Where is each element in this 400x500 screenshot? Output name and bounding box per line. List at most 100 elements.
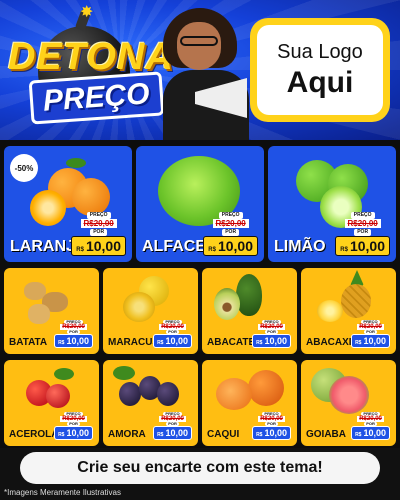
product-card-acerola[interactable]: ACEROLA PREÇO R$20,00 POR R$ 10,00 [4, 360, 99, 446]
new-price: R$ 10,00 [351, 426, 390, 440]
by-tag-label: POR [222, 229, 240, 236]
blackberry-icon [119, 382, 141, 406]
logo-line2: Aqui [286, 65, 354, 99]
price-box: PREÇO R$20,00 POR R$ 10,00 [153, 412, 192, 440]
price-box: PREÇO R$20,00 POR R$ 10,00 [203, 212, 258, 256]
new-price: R$ 10,00 [54, 426, 93, 440]
new-price: R$ 10,00 [351, 334, 390, 348]
price-tag-label: PREÇO [350, 212, 375, 219]
product-name: ALFACE [142, 238, 206, 255]
leaf-icon [113, 366, 135, 380]
product-card-goiaba[interactable]: GOIABA PREÇO R$20,00 POR R$ 10,00 [301, 360, 396, 446]
product-card-laranja[interactable]: -50% LARANJA PREÇO R$20,00 POR R$ 10,00 [4, 146, 132, 262]
by-tag-label: POR [90, 229, 108, 236]
product-card-limao[interactable]: LIMÃO PREÇO R$20,00 POR R$ 10,00 [268, 146, 396, 262]
currency-symbol: R$ [256, 340, 263, 346]
price-box: PREÇO R$20,00 POR R$ 10,00 [153, 320, 192, 348]
product-grid: -50% LARANJA PREÇO R$20,00 POR R$ 10,00 A… [0, 140, 400, 448]
price-tag-label: PREÇO [218, 212, 243, 219]
new-price-value: 10,00 [165, 336, 188, 346]
product-card-amora[interactable]: AMORA PREÇO R$20,00 POR R$ 10,00 [103, 360, 198, 446]
new-price-value: 10,00 [363, 336, 386, 346]
new-price-value: 10,00 [349, 238, 385, 254]
blackberry-icon [157, 382, 179, 406]
old-price: R$20,00 [80, 219, 117, 228]
logo-inner: Sua Logo Aqui [257, 25, 383, 115]
price-box: PREÇO R$20,00 POR R$ 10,00 [335, 212, 390, 256]
spark-icon: ✸ [80, 4, 94, 21]
old-currency: R$ [83, 219, 94, 228]
new-price: R$ 10,00 [335, 236, 390, 256]
logo-placeholder[interactable]: Sua Logo Aqui [250, 18, 390, 122]
new-price: R$ 10,00 [153, 426, 192, 440]
new-price: R$ 10,00 [252, 426, 291, 440]
title-preco: PREÇO [28, 71, 165, 125]
price-box: PREÇO R$20,00 POR R$ 10,00 [351, 412, 390, 440]
potato-icon [28, 304, 50, 324]
header-banner: ✸ DETONA PREÇO Sua Logo Aqui [0, 0, 400, 140]
guava-half-icon [329, 376, 369, 414]
price-box: PREÇO R$20,00 POR R$ 10,00 [54, 412, 93, 440]
logo-line1: Sua Logo [277, 40, 363, 63]
new-price: R$ 10,00 [203, 236, 258, 256]
persimmon-icon [248, 370, 284, 406]
by-tag-label: POR [354, 229, 372, 236]
product-card-batata[interactable]: BATATA PREÇO R$20,00 POR R$ 10,00 [4, 268, 99, 354]
product-name: CAQUI [207, 429, 240, 440]
avocado-icon [236, 274, 262, 316]
old-price-value: 20,00 [225, 219, 246, 228]
new-price-value: 10,00 [264, 336, 287, 346]
product-name: BATATA [9, 337, 48, 348]
orange-slice-icon [30, 190, 66, 226]
product-card-alface[interactable]: ALFACE PREÇO R$20,00 POR R$ 10,00 [136, 146, 264, 262]
persimmon-half-icon [216, 378, 252, 410]
price-box: PREÇO R$20,00 POR R$ 10,00 [351, 320, 390, 348]
old-currency: R$ [347, 219, 358, 228]
price-box: PREÇO R$20,00 POR R$ 10,00 [71, 212, 126, 256]
currency-symbol: R$ [355, 340, 362, 346]
glasses-icon [180, 36, 218, 46]
cta-button[interactable]: Crie seu encarte com este tema! [20, 452, 380, 484]
currency-symbol: R$ [58, 432, 65, 438]
product-name: ABACAXI [306, 337, 352, 348]
acerola-icon [46, 384, 70, 408]
product-name: LIMÃO [274, 238, 326, 255]
price-box: PREÇO R$20,00 POR R$ 10,00 [252, 320, 291, 348]
new-price-value: 10,00 [264, 428, 287, 438]
price-box: PREÇO R$20,00 POR R$ 10,00 [54, 320, 93, 348]
new-price-value: 10,00 [217, 238, 253, 254]
currency-symbol: R$ [76, 247, 84, 253]
product-card-caqui[interactable]: CAQUI PREÇO R$20,00 POR R$ 10,00 [202, 360, 297, 446]
old-price: R$20,00 [344, 219, 381, 228]
new-price: R$ 10,00 [54, 334, 93, 348]
old-currency: R$ [215, 219, 226, 228]
currency-symbol: R$ [157, 340, 164, 346]
leaf-icon [54, 368, 74, 380]
disclaimer-text: *Imagens Meramente Ilustrativas [4, 488, 121, 497]
product-name: GOIABA [306, 429, 346, 440]
product-card-abacate[interactable]: ABACATE PREÇO R$20,00 POR R$ 10,00 [202, 268, 297, 354]
old-price-value: 20,00 [93, 219, 114, 228]
product-name: ACEROLA [9, 429, 59, 440]
currency-symbol: R$ [355, 432, 362, 438]
currency-symbol: R$ [157, 432, 164, 438]
product-name: AMORA [108, 429, 146, 440]
price-tag-label: PREÇO [86, 212, 111, 219]
avocado-half-icon [214, 288, 240, 320]
product-card-maracuja[interactable]: MARACUJÁ PREÇO R$20,00 POR R$ 10,00 [103, 268, 198, 354]
new-price-value: 10,00 [85, 238, 121, 254]
pineapple-slice-icon [317, 300, 343, 322]
woman-megaphone-image [155, 8, 255, 140]
currency-symbol: R$ [256, 432, 263, 438]
new-price-value: 10,00 [165, 428, 188, 438]
currency-symbol: R$ [58, 340, 65, 346]
price-box: PREÇO R$20,00 POR R$ 10,00 [252, 412, 291, 440]
new-price-value: 10,00 [66, 428, 89, 438]
product-card-abacaxi[interactable]: ABACAXI PREÇO R$20,00 POR R$ 10,00 [301, 268, 396, 354]
new-price-value: 10,00 [363, 428, 386, 438]
new-price: R$ 10,00 [153, 334, 192, 348]
old-price: R$20,00 [212, 219, 249, 228]
product-name: ABACATE [207, 337, 256, 348]
old-price-value: 20,00 [357, 219, 378, 228]
new-price: R$ 10,00 [252, 334, 291, 348]
